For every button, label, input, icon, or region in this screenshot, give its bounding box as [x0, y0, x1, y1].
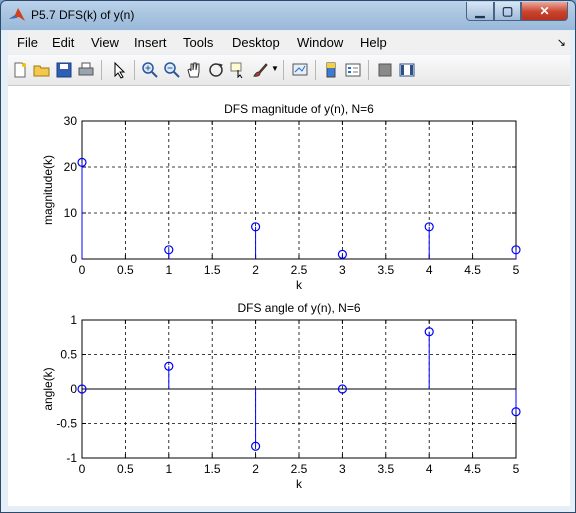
x-tick-label: 1: [165, 263, 172, 277]
x-tick-label: 1.5: [204, 462, 221, 476]
close-button[interactable]: ✕: [521, 2, 568, 21]
title-bar[interactable]: P5.7 DFS(k) of y(n) ▁ ▢ ✕: [1, 1, 575, 30]
menu-edit[interactable]: Edit: [52, 35, 74, 50]
x-tick-label: 3.5: [377, 263, 394, 277]
show-plot-tools-icon[interactable]: [398, 61, 416, 79]
colorbar-icon[interactable]: [322, 61, 340, 79]
menu-file[interactable]: File: [17, 35, 38, 50]
data-cursor-icon[interactable]: [229, 61, 247, 79]
y-axis-label: angle(k): [41, 367, 55, 410]
y-axis-label: magnitude(k): [41, 155, 55, 225]
menu-view[interactable]: View: [91, 35, 119, 50]
figure-window: P5.7 DFS(k) of y(n) ▁ ▢ ✕ File Edit View…: [0, 0, 576, 513]
zoom-in-icon[interactable]: [141, 61, 159, 79]
x-tick-label: 0.5: [117, 462, 134, 476]
figure-toolbar: ▼: [8, 55, 570, 86]
menu-window[interactable]: Window: [297, 35, 343, 50]
x-tick-label: 4: [426, 462, 433, 476]
x-tick-label: 3.5: [377, 462, 394, 476]
x-tick-label: 2.5: [291, 263, 308, 277]
menu-bar: File Edit View Insert Tools Desktop Wind…: [8, 31, 570, 54]
menu-tools[interactable]: Tools: [183, 35, 213, 50]
x-tick-label: 0: [79, 462, 86, 476]
window-title: P5.7 DFS(k) of y(n): [31, 8, 135, 22]
x-tick-label: 1: [165, 462, 172, 476]
x-tick-label: 2.5: [291, 462, 308, 476]
save-icon[interactable]: [55, 61, 73, 79]
legend-icon[interactable]: [344, 61, 362, 79]
zoom-out-icon[interactable]: [163, 61, 181, 79]
pointer-icon[interactable]: [110, 61, 128, 79]
x-tick-label: 1.5: [204, 263, 221, 277]
x-tick-label: 0: [79, 263, 86, 277]
y-tick-label: 0: [70, 382, 77, 396]
rotate-3d-icon[interactable]: [207, 61, 225, 79]
axes-1: 0 0.5 1 1.5 2 2.5 3 3.5 4 4.5 5 0 10 20 30 DFS magnitud…: [41, 102, 521, 292]
brush-icon[interactable]: [251, 61, 269, 79]
pan-icon[interactable]: [185, 61, 203, 79]
print-icon[interactable]: [77, 61, 95, 79]
close-icon: ✕: [539, 4, 550, 18]
y-tick-label: 20: [64, 160, 78, 174]
y-tick-label: 0: [70, 252, 77, 266]
menu-dock-arrow-icon[interactable]: ↘: [557, 36, 566, 49]
axes-2: 0 0.5 1 1.5 2 2.5 3 3.5 4 4.5 5 -1 -0.5 0 0.5 1 DFS angl…: [41, 301, 521, 491]
y-tick-label: -0.5: [56, 417, 77, 431]
x-tick-label: 5: [513, 263, 520, 277]
axes-title: DFS angle of y(n), N=6: [237, 301, 360, 315]
hide-plot-tools-icon[interactable]: [376, 61, 394, 79]
maximize-icon: ▢: [501, 4, 514, 18]
x-tick-label: 5: [513, 462, 520, 476]
x-tick-label: 3: [339, 462, 346, 476]
menu-desktop[interactable]: Desktop: [232, 35, 280, 50]
axes-title: DFS magnitude of y(n), N=6: [224, 102, 374, 116]
x-tick-label: 0.5: [117, 263, 134, 277]
x-tick-label: 2: [252, 263, 259, 277]
x-tick-label: 3: [339, 263, 346, 277]
figure-canvas: 0 0.5 1 1.5 2 2.5 3 3.5 4 4.5 5 0 10 20 30 DFS magnitud…: [8, 86, 570, 506]
y-tick-label: 10: [64, 206, 78, 220]
brush-dropdown-icon[interactable]: ▼: [271, 64, 279, 73]
x-tick-label: 4.5: [464, 462, 481, 476]
plot-area: 0 0.5 1 1.5 2 2.5 3 3.5 4 4.5 50102030DFS magnitud…: [41, 102, 521, 491]
y-tick-label: 1: [70, 313, 77, 327]
maximize-button[interactable]: ▢: [494, 2, 521, 21]
minimize-button[interactable]: ▁: [466, 2, 494, 21]
y-tick-label: -1: [66, 451, 77, 465]
x-tick-label: 4.5: [464, 263, 481, 277]
link-plot-icon[interactable]: [291, 61, 309, 79]
y-tick-label: 0.5: [60, 348, 77, 362]
x-axis-label: k: [296, 477, 303, 491]
minimize-icon: ▁: [475, 4, 485, 18]
menu-insert[interactable]: Insert: [134, 35, 167, 50]
x-axis-label: k: [296, 278, 303, 292]
new-figure-icon[interactable]: [11, 61, 29, 79]
x-tick-label: 2: [252, 462, 259, 476]
matlab-logo-icon: [9, 8, 25, 21]
menu-help[interactable]: Help: [360, 35, 387, 50]
x-tick-label: 4: [426, 263, 433, 277]
y-tick-label: 30: [64, 114, 78, 128]
open-file-icon[interactable]: [33, 61, 51, 79]
